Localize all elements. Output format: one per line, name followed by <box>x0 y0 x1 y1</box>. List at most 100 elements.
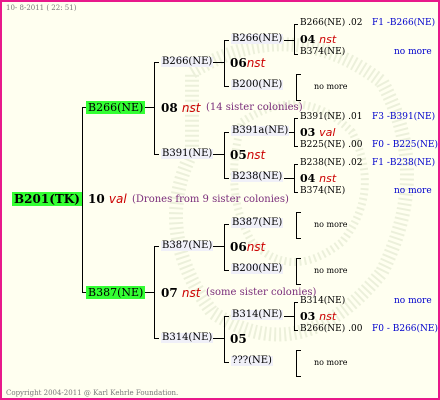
ur-left-queen[interactable]: B391a(NE) <box>231 126 290 136</box>
lower-generation: 07 nst <box>161 286 201 300</box>
connector <box>284 40 294 41</box>
url-generation: 03 val <box>300 126 336 139</box>
bracket <box>296 74 297 100</box>
connector <box>212 154 224 155</box>
ul-right-queen[interactable]: B200(NE) <box>231 80 284 90</box>
ul-left-queen[interactable]: B266(NE) <box>231 34 284 44</box>
bracket <box>296 238 301 239</box>
bracket <box>296 258 297 284</box>
upper-queen[interactable]: B266(NE) <box>86 101 146 114</box>
bracket <box>296 258 301 259</box>
connector <box>294 24 295 54</box>
connector <box>224 86 229 87</box>
lower-right-queen[interactable]: B314(NE) <box>161 333 214 343</box>
connector <box>294 164 295 192</box>
connector <box>294 54 298 55</box>
llr-more: no more <box>314 266 348 275</box>
connector <box>224 40 229 41</box>
lower-left-queen[interactable]: B387(NE) <box>161 241 214 251</box>
connector <box>154 246 159 247</box>
connector <box>154 62 155 154</box>
lower-queen[interactable]: B387(NE) <box>86 286 146 299</box>
upper-note: (14 sister colonies) <box>206 102 303 113</box>
connector <box>212 338 224 339</box>
url-right-queen[interactable]: B225(NE) .00 <box>300 141 362 150</box>
url-right-link[interactable]: F0 - B225(NE) <box>372 141 438 150</box>
bracket <box>296 350 301 351</box>
lrl-left-link[interactable]: no more <box>394 297 432 306</box>
lll-more: no more <box>314 220 348 229</box>
connector <box>224 270 229 271</box>
connector <box>224 362 229 363</box>
connector <box>82 107 83 293</box>
lrl-right-link[interactable]: F0 - B266(NE) <box>372 325 438 334</box>
ull-generation: 04 nst <box>300 33 337 46</box>
connector <box>212 62 224 63</box>
ur-right-queen[interactable]: B238(NE) <box>231 172 284 182</box>
connector <box>224 40 225 86</box>
timestamp: 10- 8-2011 ( 22: 51) <box>6 4 77 12</box>
connector <box>294 192 298 193</box>
connector <box>224 132 225 178</box>
ull-right-queen[interactable]: B374(NE) <box>300 48 345 57</box>
urr-left-link[interactable]: F1 -B238(NE) <box>372 159 435 168</box>
pedigree-page: 10- 8-2011 ( 22: 51) B201(TK) 10 val (Dr… <box>0 0 440 400</box>
copyright: Copyright 2004-2011 @ Karl Kehrle Founda… <box>6 389 179 397</box>
lrr-more: no more <box>314 358 348 367</box>
lrl-generation: 03 nst <box>300 310 337 323</box>
connector <box>212 246 224 247</box>
urr-generation: 04 nst <box>300 172 337 185</box>
ll-right-queen[interactable]: B200(NE) <box>231 264 284 274</box>
connector <box>154 246 155 338</box>
connector <box>154 154 159 155</box>
root-queen[interactable]: B201(TK) <box>12 192 82 206</box>
connector <box>284 178 294 179</box>
ull-right-link[interactable]: no more <box>394 48 432 57</box>
urr-right-queen[interactable]: B374(NE) <box>300 187 345 196</box>
bracket <box>296 212 297 238</box>
url-left-queen[interactable]: B391(NE) .01 <box>300 113 362 122</box>
lrl-left-queen[interactable]: B314(NE) <box>300 297 345 306</box>
ll-left-queen[interactable]: B387(NE) <box>231 218 284 228</box>
urr-right-link[interactable]: no more <box>394 187 432 196</box>
upper-right-generation: 05nst <box>230 148 266 162</box>
ulr-more: no more <box>314 82 348 91</box>
url-left-link[interactable]: F3 -B391(NE) <box>372 113 435 122</box>
connector <box>224 224 225 270</box>
connector <box>294 118 295 146</box>
connector <box>224 224 229 225</box>
bracket <box>296 100 301 101</box>
connector <box>294 24 298 25</box>
connector <box>154 338 159 339</box>
connector <box>294 146 298 147</box>
bracket <box>296 212 301 213</box>
lrl-right-queen[interactable]: B266(NE) .00 <box>300 325 362 334</box>
bracket <box>296 74 301 75</box>
connector <box>224 132 229 133</box>
connector <box>294 118 298 119</box>
connector <box>294 302 295 330</box>
connector <box>224 316 229 317</box>
connector <box>294 164 298 165</box>
ull-left-link[interactable]: F1 -B266(NE) <box>372 19 435 28</box>
connector <box>154 62 159 63</box>
connector <box>224 316 225 362</box>
bracket <box>296 284 301 285</box>
connector <box>284 316 294 317</box>
lr-right-queen[interactable]: ???(NE) <box>231 356 273 366</box>
connector <box>224 178 229 179</box>
bracket <box>296 350 297 376</box>
lr-left-queen[interactable]: B314(NE) <box>231 310 284 320</box>
upper-right-queen[interactable]: B391(NE) <box>161 149 214 159</box>
connector <box>294 330 298 331</box>
bracket <box>296 376 301 377</box>
lower-right-generation: 05 <box>230 332 247 346</box>
connector <box>294 302 298 303</box>
upper-generation: 08 nst <box>161 101 201 115</box>
urr-left-queen[interactable]: B238(NE) .02 <box>300 159 362 168</box>
upper-left-queen[interactable]: B266(NE) <box>161 57 214 67</box>
ull-left-queen[interactable]: B266(NE) .02 <box>300 19 362 28</box>
upper-left-generation: 06nst <box>230 56 266 70</box>
root-note: (Drones from 9 sister colonies) <box>132 194 289 205</box>
lower-left-generation: 06nst <box>230 240 266 254</box>
